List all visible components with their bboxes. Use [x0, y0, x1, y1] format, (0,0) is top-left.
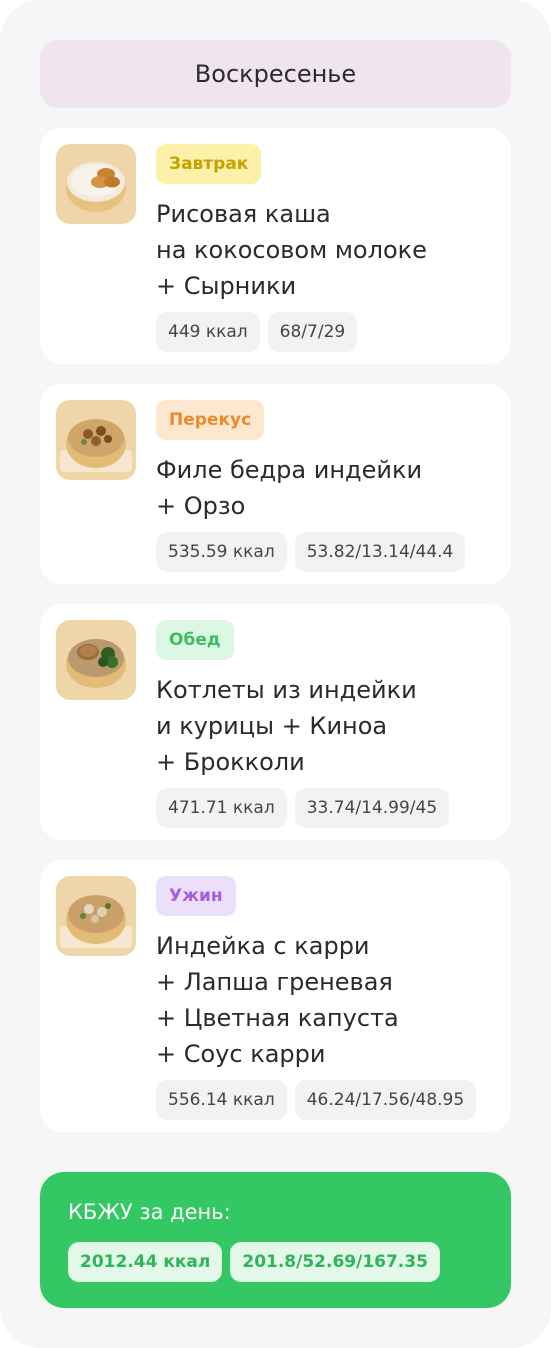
day-title: Воскресенье [40, 40, 511, 108]
meal-card-snack[interactable]: Перекус Филе бедра индейки + Орзо 535.59… [40, 384, 511, 584]
bowl-cutlet-icon [56, 620, 136, 700]
bowl-curry-icon [56, 876, 136, 956]
dish-name: Котлеты из индейки и курицы + Киноа + Бр… [156, 672, 497, 780]
macros-chip: 46.24/17.56/48.95 [294, 1080, 477, 1120]
kcal-chip: 535.59 ккал [156, 532, 287, 572]
dish-line: + Брокколи [156, 748, 305, 776]
meal-card-dinner[interactable]: Ужин Индейка с карри + Лапша греневая + … [40, 860, 511, 1132]
dish-name: Рисовая каша на кокосовом молоке + Сырни… [156, 196, 497, 304]
dish-name: Филе бедра индейки + Орзо [156, 452, 497, 524]
kcal-chip: 556.14 ккал [156, 1080, 287, 1120]
dish-line: Рисовая каша [156, 200, 331, 228]
bowl-porridge-icon [56, 144, 136, 224]
dish-line: и курицы + Киноа [156, 712, 388, 740]
meal-tag-breakfast: Завтрак [156, 144, 262, 184]
dish-line: на кокосовом молоке [156, 236, 427, 264]
dish-line: Индейка с карри [156, 932, 370, 960]
dish-line: + Соус карри [156, 1040, 326, 1068]
macros-chip: 68/7/29 [267, 312, 358, 352]
kcal-chip: 471.71 ккал [156, 788, 287, 828]
dish-line: + Сырники [156, 272, 297, 300]
dish-line: Котлеты из индейки [156, 676, 417, 704]
bowl-orzo-icon [56, 400, 136, 480]
dish-name: Индейка с карри + Лапша греневая + Цветн… [156, 928, 497, 1072]
dish-line: + Лапша греневая [156, 968, 393, 996]
meal-tag-lunch: Обед [156, 620, 234, 660]
dish-line: + Орзо [156, 492, 246, 520]
dish-line: + Цветная капуста [156, 1004, 399, 1032]
meal-tag-snack: Перекус [156, 400, 265, 440]
daily-summary-card: КБЖУ за день: 2012.44 ккал 201.8/52.69/1… [40, 1172, 511, 1308]
summary-title: КБЖУ за день: [68, 1200, 231, 1224]
meal-tag-dinner: Ужин [156, 876, 236, 916]
meal-card-lunch[interactable]: Обед Котлеты из индейки и курицы + Киноа… [40, 604, 511, 840]
summary-kcal-chip: 2012.44 ккал [68, 1242, 223, 1282]
macros-chip: 53.82/13.14/44.4 [294, 532, 466, 572]
kcal-chip: 449 ккал [156, 312, 260, 352]
summary-macros-chip: 201.8/52.69/167.35 [230, 1242, 440, 1282]
meal-plan-panel: Воскресенье Завтрак Рисовая каша на коко… [0, 0, 551, 1348]
macros-chip: 33.74/14.99/45 [294, 788, 450, 828]
meal-card-breakfast[interactable]: Завтрак Рисовая каша на кокосовом молоке… [40, 128, 511, 364]
dish-line: Филе бедра индейки [156, 456, 423, 484]
